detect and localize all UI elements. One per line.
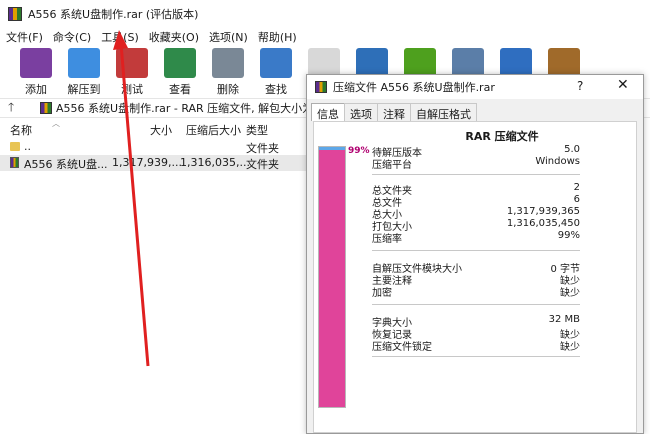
close-button[interactable]: ✕ (617, 77, 629, 93)
up-arrow-icon[interactable]: 🡑 (8, 98, 26, 119)
info-row: 压缩文件锁定 缺少 (372, 338, 580, 353)
toolbar-button-trash[interactable]: 删除 (204, 46, 252, 98)
toolbar-button-label: 查看 (169, 83, 191, 96)
info-row: 自解压文件模块大小 0 字节 (372, 260, 580, 275)
folder-icon (10, 142, 20, 151)
archive-info-dialog: 压缩文件 A556 系统U盘制作.rar ? ✕ 信息 选项 注释 自解压格式 … (306, 74, 644, 434)
info-row: 待解压版本 5.0 (372, 144, 580, 159)
trash-icon (212, 48, 244, 78)
menu-options[interactable]: 选项(N) (209, 29, 248, 45)
info-row: 打包大小 1,316,035,450 (372, 218, 580, 233)
info-label: 压缩文件锁定 (372, 342, 432, 353)
info-value: 99% (557, 230, 580, 241)
window-title: A556 系统U盘制作.rar (评估版本) (28, 8, 199, 21)
info-row: 主要注释 缺少 (372, 272, 580, 287)
test-checklist-icon (116, 48, 148, 78)
info-label: 加密 (372, 288, 392, 299)
dialog-titlebar: 压缩文件 A556 系统U盘制作.rar ? ✕ (307, 75, 643, 99)
info-row: 加密 缺少 (372, 284, 580, 299)
row-type: 文件夹 (246, 158, 279, 171)
info-row: 总大小 1,317,939,365 (372, 206, 580, 221)
divider (372, 356, 580, 357)
row-type: 文件夹 (246, 142, 279, 155)
menu-favorites[interactable]: 收藏夹(O) (149, 29, 199, 45)
header-type[interactable]: 类型 (246, 122, 268, 138)
divider (372, 250, 580, 251)
archive-icon (315, 81, 327, 93)
divider (372, 174, 580, 175)
address-text: A556 系统U盘制作.rar - RAR 压缩文件, 解包大小为 1, (56, 102, 328, 115)
sort-caret-icon: ︿ (52, 119, 60, 128)
toolbar-button-label: 删除 (217, 83, 239, 96)
info-value: 1,316,035,450 (506, 218, 580, 229)
help-button[interactable]: ? (577, 79, 583, 93)
toolbar-button-label: 测试 (121, 83, 143, 96)
extract-folder-icon (68, 48, 100, 78)
info-row: 总文件夹 2 (372, 182, 580, 197)
toolbar-button-view-book[interactable]: 查看 (156, 46, 204, 98)
info-row: 字典大小 32 MB (372, 314, 580, 329)
info-value: 缺少 (560, 342, 580, 353)
info-value: 缺少 (560, 288, 580, 299)
row-packed: 1,316,035,... (180, 156, 250, 169)
info-value: Windows (535, 156, 580, 167)
compression-ratio-fill (319, 149, 345, 407)
row-name: .. (24, 140, 31, 153)
toolbar-button-label: 解压到 (67, 83, 101, 96)
toolbar-button-magnifier[interactable]: 查找 (252, 46, 300, 98)
tab-comment[interactable]: 注释 (377, 103, 411, 121)
info-value: 6 (573, 194, 580, 205)
list-header: 名称 ︿ 大小 压缩后大小 类型 (0, 119, 310, 138)
list-row-parent[interactable]: .. 文件夹 (0, 139, 310, 155)
toolbar-button-add-archive[interactable]: 添加 (12, 46, 60, 98)
add-archive-icon (20, 48, 52, 78)
divider (372, 304, 580, 305)
info-value: 2 (573, 182, 580, 193)
menu-tools[interactable]: 工具(S) (101, 29, 139, 45)
toolbar-button-extract-folder[interactable]: 解压到 (60, 46, 108, 98)
info-row: 压缩平台 Windows (372, 156, 580, 171)
view-book-icon (164, 48, 196, 78)
folder-icon (10, 157, 19, 168)
dialog-title: 压缩文件 A556 系统U盘制作.rar (333, 81, 495, 94)
info-row: 恢复记录 缺少 (372, 326, 580, 341)
magnifier-icon (260, 48, 292, 78)
row-size: 1,317,939,... (112, 156, 182, 169)
dialog-tabs: 信息 选项 注释 自解压格式 (311, 103, 477, 121)
archive-icon (40, 102, 52, 114)
info-label: 压缩率 (372, 234, 402, 245)
compression-ratio-bar (318, 146, 346, 408)
info-panel: 99% RAR 压缩文件 待解压版本 5.0 压缩平台 Windows 总文件夹… (313, 121, 637, 433)
info-row: 压缩率 99% (372, 230, 580, 245)
row-name: A556 系统U盘... (24, 158, 108, 171)
window-titlebar: A556 系统U盘制作.rar (评估版本) (0, 0, 650, 28)
info-value: 32 MB (548, 314, 580, 325)
menu-help[interactable]: 帮助(H) (258, 29, 297, 45)
menu-file[interactable]: 文件(F) (6, 29, 43, 45)
info-value: 5.0 (564, 144, 580, 155)
list-row-folder[interactable]: A556 系统U盘... 1,317,939,... 1,316,035,...… (0, 155, 310, 171)
toolbar-button-label: 添加 (25, 83, 47, 96)
info-row: 总文件 6 (372, 194, 580, 209)
compression-ratio-remainder (319, 147, 345, 150)
info-heading: RAR 压缩文件 (465, 130, 539, 143)
compression-ratio-label: 99% (348, 146, 370, 156)
menu-commands[interactable]: 命令(C) (53, 29, 91, 45)
header-packed[interactable]: 压缩后大小 (186, 122, 241, 138)
toolbar-button-label: 查找 (265, 83, 287, 96)
tab-sfx[interactable]: 自解压格式 (410, 103, 477, 121)
info-value: 1,317,939,365 (506, 206, 580, 217)
header-size[interactable]: 大小 (150, 122, 172, 138)
winrar-app-icon (8, 7, 22, 21)
menu-bar: 文件(F) 命令(C) 工具(S) 收藏夹(O) 选项(N) 帮助(H) (0, 28, 650, 46)
info-label: 压缩平台 (372, 160, 412, 171)
tab-options[interactable]: 选项 (344, 103, 378, 121)
toolbar-button-test-checklist[interactable]: 测试 (108, 46, 156, 98)
tab-info[interactable]: 信息 (311, 103, 345, 121)
header-name[interactable]: 名称 (10, 122, 32, 138)
